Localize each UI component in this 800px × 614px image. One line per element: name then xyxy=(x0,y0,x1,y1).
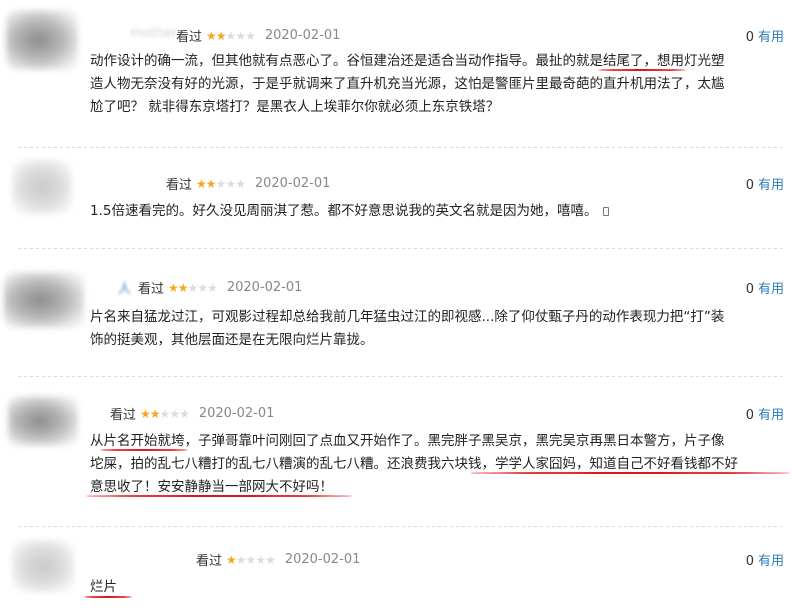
star-icon: ★ xyxy=(179,406,190,421)
review-date: 2020-02-01 xyxy=(264,28,341,43)
useful-button[interactable]: 有用 xyxy=(758,178,784,193)
star-icon: ★ xyxy=(225,176,236,191)
star-icon: ★ xyxy=(265,552,276,567)
star-icon: ★ xyxy=(140,406,151,421)
review-line: 从片名开始就垮，子弹哥靠叶问刚回了点血又开始作了。黑完胖子黑吴京，黑完吴京再黑日… xyxy=(90,433,725,449)
star-icon: ★ xyxy=(168,280,179,295)
useful-button[interactable]: 有用 xyxy=(758,30,784,45)
mobile-icon xyxy=(603,207,610,216)
useful-count: 0 xyxy=(745,408,754,423)
star-icon: ★ xyxy=(235,28,246,43)
review-content: 烂片 xyxy=(90,576,780,599)
useful-vote: 0 有用 xyxy=(746,404,784,423)
useful-count: 0 xyxy=(745,282,754,297)
star-icon: ★ xyxy=(177,280,189,295)
rating-stars: ★ ★ ★ ★ ★ xyxy=(196,176,246,191)
red-underline xyxy=(86,495,352,497)
review-line: 1.5倍速看完的。好久没见周丽淇了惹。都不好意思说我的英文名就是因为她，嘻嘻。 xyxy=(90,203,598,219)
star-icon: ★ xyxy=(235,176,246,191)
review-line-wrap: 1.5倍速看完的。好久没见周丽淇了惹。都不好意思说我的英文名就是因为她，嘻嘻。 xyxy=(90,200,780,223)
review-content: 动作设计的确一流，但其他就有点恶心了。谷恒建治还是适合当动作指导。最扯的就是结尾… xyxy=(90,50,780,119)
review-line: 饰的挺美观，其他层面还是在无限向烂片靠拢。 xyxy=(90,332,374,348)
review-line: 尬了吧？ 就非得东京塔打？是黑衣人上埃菲尔你就必须上东京铁塔？ xyxy=(90,99,500,115)
star-icon: ★ xyxy=(205,176,217,191)
review-content: 片名来自猛龙过江，可观影过程却总给我前几年猛虫过江的即视感...除了仰仗甄子丹的… xyxy=(90,306,780,352)
divider xyxy=(18,376,782,377)
review-content: 1.5倍速看完的。好久没见周丽淇了惹。都不好意思说我的英文名就是因为她，嘻嘻。 xyxy=(90,200,780,223)
star-icon: ★ xyxy=(197,280,208,295)
star-icon: ★ xyxy=(225,28,237,43)
review-meta: 看过 ★ ★ ★ ★ ★ 2020-02-01 xyxy=(110,404,274,423)
review-date: 2020-02-01 xyxy=(284,552,361,567)
avatar[interactable] xyxy=(8,396,78,446)
avatar[interactable] xyxy=(4,272,84,328)
star-icon: ★ xyxy=(245,552,257,567)
useful-vote: 0 有用 xyxy=(746,174,784,193)
watched-label: 看过 xyxy=(166,178,193,193)
watched-label: 看过 xyxy=(110,408,137,423)
star-icon: ★ xyxy=(245,28,256,43)
review-item: 看过 ★ ★ ★ ★ ★ 2020-02-01 0 有用 1.5倍速看完的。好久没见周丽淇… xyxy=(0,148,800,238)
review-line: 片名来自猛龙过江，可观影过程却总给我前几年猛虫过江的即视感...除了仰仗甄子丹的… xyxy=(90,309,725,325)
star-icon: ★ xyxy=(255,552,266,567)
useful-vote: 0 有用 xyxy=(746,550,784,569)
star-icon: ★ xyxy=(149,406,161,421)
useful-button[interactable]: 有用 xyxy=(758,554,784,569)
review-item: mother 看过 ★ ★ ★ ★ ★ 2020-02-01 0 有用 动作设计的确一流，… xyxy=(0,0,800,148)
useful-button[interactable]: 有用 xyxy=(758,282,784,297)
review-line: 造人物无奈没有好的光源，于是乎就调来了直升机充当光源，这怕是警匪片里最奇葩的直升… xyxy=(90,76,725,92)
star-icon: ★ xyxy=(196,176,207,191)
star-icon: ★ xyxy=(226,552,237,567)
avatar[interactable] xyxy=(12,540,74,592)
review-content: 从片名开始就垮，子弹哥靠叶问刚回了点血又开始作了。黑完胖子黑吴京，黑完吴京再黑日… xyxy=(90,430,780,499)
useful-vote: 0 有用 xyxy=(746,278,784,297)
red-underline xyxy=(598,69,686,71)
divider xyxy=(18,526,782,527)
review-item: 人 看过 ★ ★ ★ ★ ★ 2020-02-01 0 有用 片名来自猛龙过江，可观影过程… xyxy=(0,250,800,368)
star-icon: ★ xyxy=(235,552,247,567)
star-icon: ★ xyxy=(215,28,227,43)
divider xyxy=(18,248,782,249)
useful-button[interactable]: 有用 xyxy=(758,408,784,423)
watched-label: 看过 xyxy=(176,30,203,45)
review-date: 2020-02-01 xyxy=(254,176,331,191)
username[interactable]: mother xyxy=(130,26,177,41)
rating-stars: ★ ★ ★ ★ ★ xyxy=(140,406,190,421)
avatar[interactable] xyxy=(6,10,78,70)
star-icon: ★ xyxy=(187,280,199,295)
star-icon: ★ xyxy=(207,280,218,295)
star-icon: ★ xyxy=(206,28,217,43)
useful-count: 0 xyxy=(745,178,754,193)
rating-stars: ★ ★ ★ ★ ★ xyxy=(206,28,256,43)
review-line: 烂片 xyxy=(90,579,117,595)
rating-stars: ★ ★ ★ ★ ★ xyxy=(226,552,276,567)
useful-count: 0 xyxy=(745,30,754,45)
watched-label: 看过 xyxy=(196,554,223,569)
review-item: 看过 ★ ★ ★ ★ ★ 2020-02-01 0 有用 从片名开始就垮，子弹哥靠叶问刚回… xyxy=(0,378,800,506)
review-item: 看过 ★ ★ ★ ★ ★ 2020-02-01 0 有用 烂片 xyxy=(0,530,800,614)
review-meta: 看过 ★ ★ ★ ★ ★ 2020-02-01 xyxy=(166,174,330,193)
red-underline xyxy=(470,472,790,474)
username[interactable]: 人 xyxy=(118,278,131,297)
rating-stars: ★ ★ ★ ★ ★ xyxy=(168,280,218,295)
star-icon: ★ xyxy=(215,176,227,191)
review-date: 2020-02-01 xyxy=(198,406,275,421)
review-meta: 看过 ★ ★ ★ ★ ★ 2020-02-01 xyxy=(196,550,360,569)
useful-count: 0 xyxy=(745,554,754,569)
watched-label: 看过 xyxy=(138,282,165,297)
red-underline xyxy=(84,596,132,598)
star-icon: ★ xyxy=(169,406,180,421)
useful-vote: 0 有用 xyxy=(746,26,784,45)
review-date: 2020-02-01 xyxy=(226,280,303,295)
review-meta: 看过 ★ ★ ★ ★ ★ 2020-02-01 xyxy=(138,278,302,297)
review-meta: 看过 ★ ★ ★ ★ ★ 2020-02-01 xyxy=(176,26,340,45)
star-icon: ★ xyxy=(159,406,171,421)
red-underline xyxy=(100,449,188,451)
avatar[interactable] xyxy=(12,160,72,214)
